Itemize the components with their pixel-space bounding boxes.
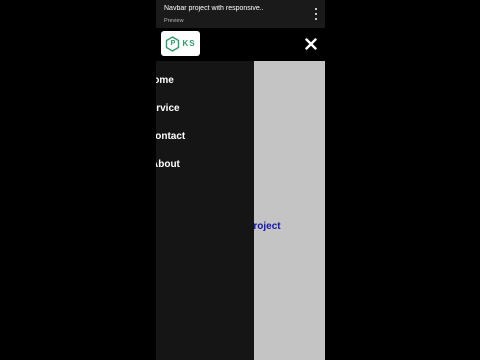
nav-item-service[interactable]: Service [156, 99, 242, 119]
kebab-dot [315, 18, 317, 20]
site-logo[interactable]: P KS [161, 31, 200, 56]
video-title: Navbar project with responsive.. [164, 5, 264, 12]
video-frame: Navbar project with responsive.. Preview… [0, 0, 480, 360]
video-subtitle: Preview [164, 18, 184, 24]
nav-item-contact[interactable]: Contact [156, 127, 246, 147]
close-icon[interactable] [305, 37, 317, 50]
nav-drawer: Home Service Contact About [156, 61, 254, 360]
video-info-bar: Navbar project with responsive.. Preview [156, 0, 325, 28]
nav-item-about[interactable]: About [156, 155, 249, 175]
nav-item-home[interactable]: Home [156, 71, 244, 91]
logo-hexagon: P [165, 35, 180, 52]
more-vert-icon[interactable] [313, 8, 319, 20]
logo-hex-letter: P [170, 39, 176, 47]
phone-screen: Navbar project with responsive.. Preview… [156, 0, 325, 360]
site-navbar: P KS [156, 28, 325, 61]
kebab-dot [315, 13, 317, 15]
kebab-dot [315, 8, 317, 10]
logo-text: KS [182, 39, 196, 48]
